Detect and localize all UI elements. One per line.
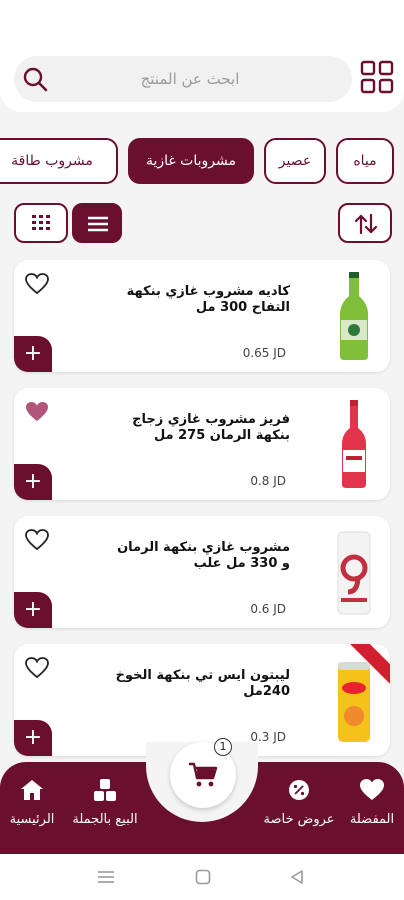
nav-wholesale-label: البيع بالجملة	[72, 812, 138, 827]
red-bottle-image	[342, 400, 366, 488]
grid-view-button[interactable]	[14, 203, 68, 243]
grid-dots-icon	[32, 215, 50, 230]
product-card[interactable]: مشروب غازي بنكهة الرمان و 330 مل علب 0.6…	[14, 516, 390, 628]
categories-grid-icon[interactable]	[360, 60, 394, 94]
nav-offers-label: عروض خاصة	[263, 812, 335, 827]
discount-badge-icon	[289, 780, 309, 800]
nav-offers[interactable]: عروض خاصة	[258, 778, 340, 842]
product-card[interactable]: فريز مشروب غازي زجاج بنكهة الرمان 275 مل…	[14, 388, 390, 500]
add-to-cart-button[interactable]: +	[14, 336, 52, 372]
cart-count-badge: 1	[214, 738, 232, 756]
product-price: 0.8 JD	[250, 474, 286, 488]
white-can-image	[337, 531, 371, 615]
back-triangle-icon[interactable]	[290, 869, 304, 885]
system-navigation-bar	[0, 854, 404, 900]
recents-icon[interactable]	[98, 870, 114, 884]
heart-outline-icon[interactable]	[24, 528, 50, 552]
search-icon[interactable]	[22, 66, 48, 92]
chip-juice[interactable]: عصير	[264, 138, 326, 184]
nav-home-label: الرئيسية	[9, 812, 55, 827]
add-to-cart-button[interactable]: +	[14, 592, 52, 628]
product-name: فريز مشروب غازي زجاج بنكهة الرمان 275 مل	[132, 412, 290, 443]
list-icon	[88, 216, 108, 232]
product-card[interactable]: كاديه مشروب غازي بنكهة التفاح 300 مل 0.6…	[14, 260, 390, 372]
heart-filled-icon[interactable]	[24, 400, 50, 424]
product-price: 0.6 JD	[250, 602, 286, 616]
cart-icon	[189, 762, 218, 787]
chip-soft-drinks[interactable]: مشروبات غازية	[128, 138, 254, 184]
search-placeholder[interactable]: ابحث عن المنتج	[60, 66, 320, 92]
product-name: ليبتون ايس تي بنكهة الخوخ 240مل	[115, 668, 290, 699]
yellow-can-image	[338, 662, 370, 742]
nav-wholesale[interactable]: البيع بالجملة	[64, 778, 146, 842]
home-square-icon[interactable]	[195, 869, 211, 885]
product-price: 0.65 JD	[242, 346, 286, 360]
product-name: مشروب غازي بنكهة الرمان و 330 مل علب	[117, 540, 290, 571]
sort-arrows-icon	[354, 213, 378, 235]
home-icon	[21, 780, 43, 800]
heart-outline-icon[interactable]	[24, 656, 50, 680]
add-to-cart-button[interactable]: +	[14, 720, 52, 756]
nav-favorites-label: المفضلة	[349, 812, 395, 827]
chip-water[interactable]: مياه	[336, 138, 394, 184]
nav-favorites[interactable]: المفضلة	[342, 778, 402, 842]
chip-energy-drink[interactable]: مشروب طاقة	[0, 138, 118, 184]
product-name: كاديه مشروب غازي بنكهة التفاح 300 مل	[126, 284, 290, 315]
category-chips: مياه عصير مشروبات غازية مشروب طاقة	[0, 138, 404, 186]
product-card[interactable]: ليبتون ايس تي بنكهة الخوخ 240مل 0.3 JD +	[14, 644, 390, 756]
green-bottle-image	[340, 272, 368, 360]
list-view-button[interactable]	[72, 203, 122, 243]
heart-outline-icon[interactable]	[24, 272, 50, 296]
sort-button[interactable]	[338, 203, 392, 243]
heart-icon	[360, 779, 384, 800]
add-to-cart-button[interactable]: +	[14, 464, 52, 500]
boxes-icon	[94, 779, 116, 801]
nav-home[interactable]: الرئيسية	[2, 778, 62, 842]
